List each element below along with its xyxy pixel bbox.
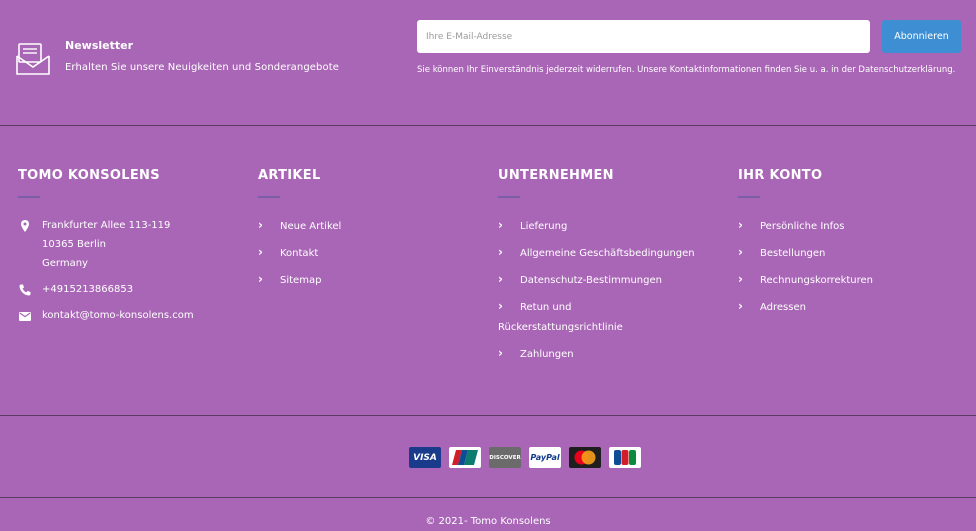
footer-link-credit-slips[interactable]: › Rechnungskorrekturen: [738, 270, 968, 291]
title-underline: [18, 196, 40, 198]
chevron-right-icon: ›: [738, 218, 743, 232]
chevron-right-icon: ›: [258, 272, 263, 286]
mastercard-logo: [574, 450, 596, 465]
footer-link-label[interactable]: Zahlungen: [520, 349, 574, 360]
newsletter-section: Newsletter Erhalten Sie unsere Neuigkeit…: [0, 0, 976, 126]
konto-title: IHR KONTO: [738, 168, 823, 183]
email-block: kontakt@tomo-konsolens.com: [18, 306, 218, 325]
jcb-icon: [609, 447, 641, 468]
chevron-right-icon: ›: [738, 272, 743, 286]
store-title: TOMO KONSOLENS: [18, 168, 160, 183]
discover-icon: DISCOVER: [489, 447, 521, 468]
footer-link-label[interactable]: Neue Artikel: [280, 221, 341, 232]
footer-link-orders[interactable]: › Bestellungen: [738, 243, 968, 264]
mail-icon: [19, 312, 31, 321]
payment-methods-section: VISA DISCOVER PayPal: [0, 415, 976, 498]
footer-link-personal-info[interactable]: › Persönliche Infos: [738, 216, 968, 237]
footer-link-label[interactable]: Persönliche Infos: [760, 221, 844, 232]
footer-link-label[interactable]: Rechnungskorrekturen: [760, 275, 873, 286]
address-block: Frankfurter Allee 113-119 10365 Berlin G…: [18, 216, 218, 273]
footer-link-new-products[interactable]: › Neue Artikel: [258, 216, 488, 237]
footer-link-label[interactable]: Sitemap: [280, 275, 321, 286]
footer-link-terms[interactable]: › Allgemeine Geschäftsbedingungen: [498, 243, 708, 264]
footer-link-addresses[interactable]: › Adressen: [738, 297, 968, 318]
store-info-column: TOMO KONSOLENS Frankfurter Allee 113-119…: [18, 166, 248, 332]
chevron-right-icon: ›: [258, 245, 263, 259]
visa-icon: VISA: [409, 447, 441, 468]
address-line-2: 10365 Berlin: [42, 239, 107, 250]
newsletter-email-input[interactable]: [417, 20, 870, 53]
chevron-right-icon: ›: [738, 299, 743, 313]
footer-link-contact[interactable]: › Kontakt: [258, 243, 488, 264]
footer-link-label[interactable]: Allgemeine Geschäftsbedingungen: [520, 248, 695, 259]
artikel-column: ARTIKEL › Neue Artikel › Kontakt › Sitemap: [258, 166, 488, 297]
title-underline: [738, 196, 760, 198]
footer-link-label[interactable]: Kontakt: [280, 248, 318, 259]
konto-column: IHR KONTO › Persönliche Infos › Bestellung…: [738, 166, 968, 324]
footer-link-returns[interactable]: › Retun und Rückerstattungsrichtlinie: [498, 297, 698, 337]
footer-link-payments[interactable]: › Zahlungen: [498, 344, 728, 365]
phone-block: +4915213866853: [18, 280, 218, 299]
contact-email[interactable]: kontakt@tomo-konsolens.com: [42, 310, 194, 321]
address-line-1: Frankfurter Allee 113-119: [42, 220, 171, 231]
newsletter-description: Erhalten Sie unsere Neuigkeiten und Sond…: [65, 62, 339, 73]
footer-link-label[interactable]: Datenschutz-Bestimmungen: [520, 275, 662, 286]
location-pin-icon: [21, 220, 29, 232]
unionpay-icon: [449, 447, 481, 468]
footer-link-delivery[interactable]: › Lieferung: [498, 216, 728, 237]
chevron-right-icon: ›: [738, 245, 743, 259]
subscribe-button[interactable]: Abonnieren: [882, 20, 961, 53]
newsletter-title: Newsletter: [65, 39, 134, 52]
chevron-right-icon: ›: [498, 299, 503, 313]
artikel-title: ARTIKEL: [258, 168, 321, 183]
visa-label: VISA: [413, 452, 437, 463]
title-underline: [498, 196, 520, 198]
footer-link-label[interactable]: Bestellungen: [760, 248, 825, 259]
unternehmen-title: UNTERNEHMEN: [498, 168, 614, 183]
newsletter-consent-note: Sie können Ihr Einverständnis jederzeit …: [417, 65, 956, 75]
footer-link-privacy[interactable]: › Datenschutz-Bestimmungen: [498, 270, 728, 291]
jcb-logo: [614, 450, 636, 465]
title-underline: [258, 196, 280, 198]
mastercard-icon: [569, 447, 601, 468]
paypal-label: PayPal: [530, 453, 560, 462]
copyright-text: © 2021- Tomo Konsolens: [425, 516, 551, 527]
chevron-right-icon: ›: [498, 345, 503, 360]
paypal-icon: PayPal: [529, 447, 561, 468]
chevron-right-icon: ›: [498, 245, 503, 259]
footer-link-label[interactable]: Lieferung: [520, 221, 567, 232]
unionpay-logo: [452, 450, 478, 465]
envelope-icon: [16, 43, 50, 75]
chevron-right-icon: ›: [258, 218, 263, 232]
chevron-right-icon: ›: [498, 272, 503, 286]
address-line-3: Germany: [42, 258, 88, 269]
chevron-right-icon: ›: [498, 218, 503, 232]
footer-link-label[interactable]: Adressen: [760, 302, 806, 313]
unternehmen-column: UNTERNEHMEN › Lieferung › Allgemeine Gesch…: [498, 166, 728, 371]
phone-number[interactable]: +4915213866853: [42, 280, 218, 299]
footer-link-sitemap[interactable]: › Sitemap: [258, 270, 488, 291]
phone-icon: [19, 284, 31, 296]
discover-label: DISCOVER: [489, 454, 521, 461]
